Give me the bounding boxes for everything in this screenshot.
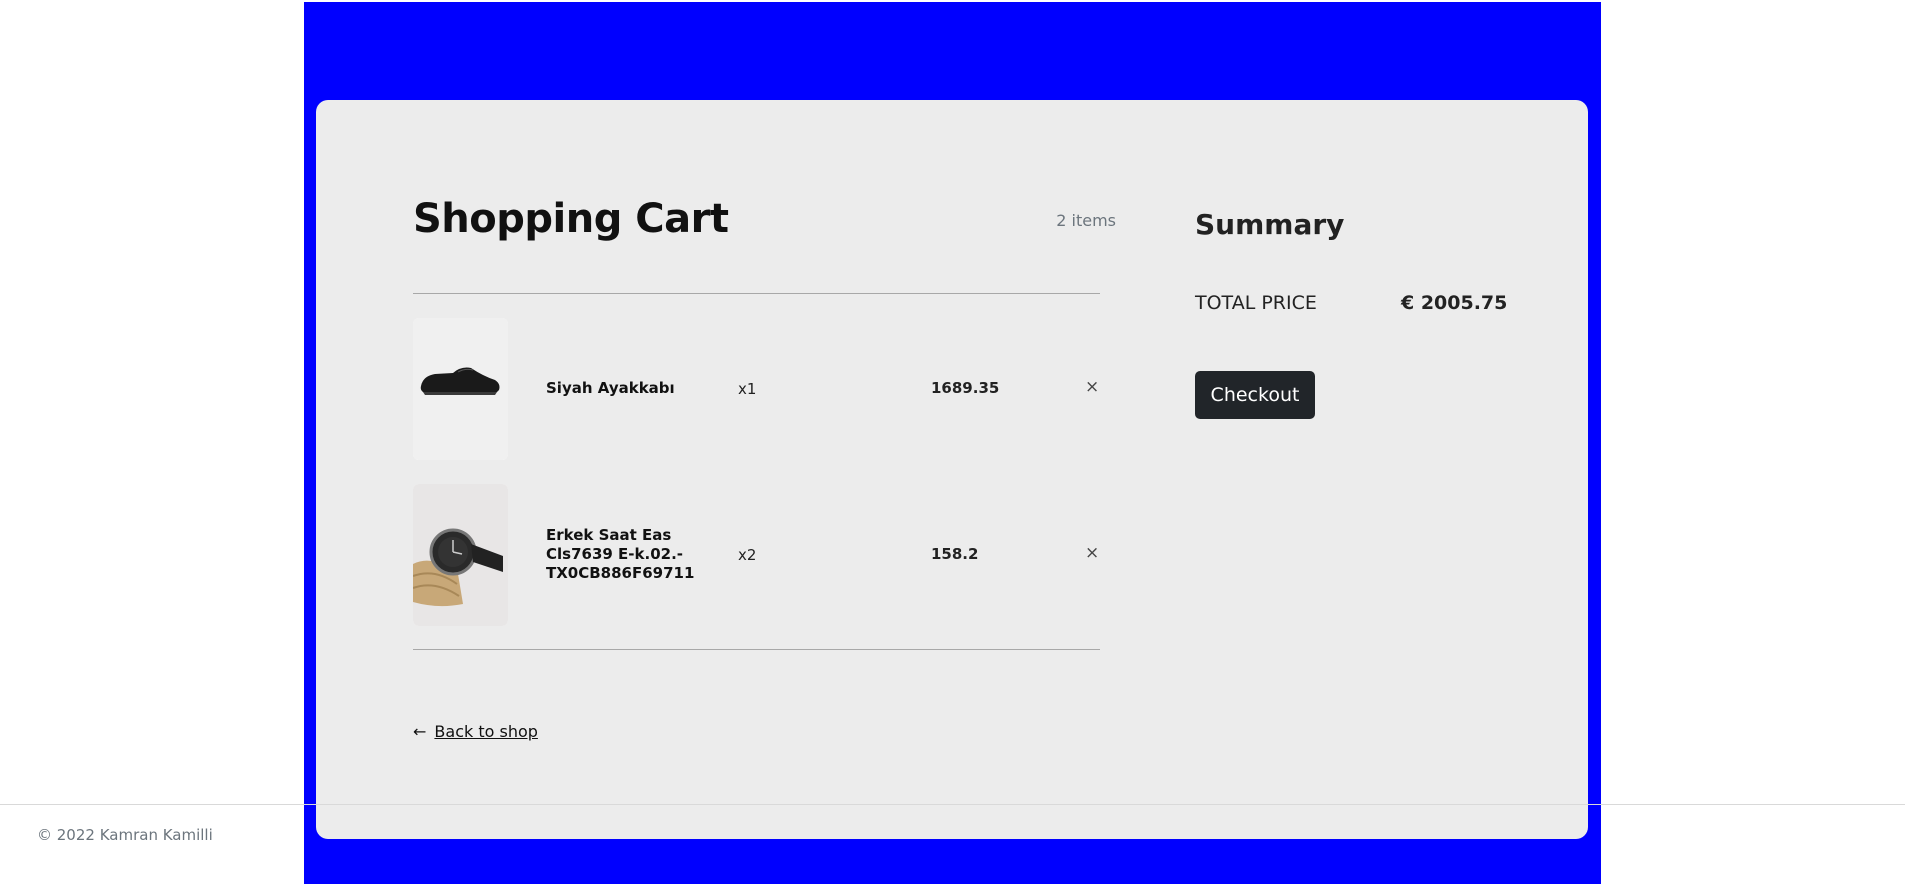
back-to-shop-link[interactable]: ← Back to shop bbox=[413, 722, 538, 741]
footer-copyright: © 2022 Kamran Kamilli bbox=[37, 826, 213, 844]
remove-item-button[interactable]: × bbox=[1085, 543, 1099, 563]
summary-title: Summary bbox=[1195, 208, 1345, 241]
item-price: 158.2 bbox=[931, 545, 979, 563]
item-price: 1689.35 bbox=[931, 379, 1000, 397]
wristwatch-image bbox=[413, 484, 508, 626]
arrow-left-icon: ← bbox=[413, 722, 427, 741]
item-count: 2 items bbox=[1056, 211, 1116, 230]
footer-divider bbox=[0, 804, 1905, 805]
cart-card: Shopping Cart 2 items Siyah Ayakkabı x1 … bbox=[316, 100, 1588, 839]
bottom-divider bbox=[413, 649, 1100, 650]
item-quantity: x1 bbox=[738, 380, 757, 398]
remove-item-button[interactable]: × bbox=[1085, 377, 1099, 397]
total-price-label: TOTAL PRICE bbox=[1195, 292, 1317, 314]
item-name[interactable]: Siyah Ayakkabı bbox=[546, 379, 696, 398]
cart-row: Siyah Ayakkabı x1 1689.35 × bbox=[413, 318, 1100, 460]
cart-row: Erkek Saat Eas Cls7639 E-k.02.-TX0CB886F… bbox=[413, 484, 1100, 626]
item-quantity: x2 bbox=[738, 546, 757, 564]
page-title: Shopping Cart bbox=[413, 196, 729, 242]
top-divider bbox=[413, 293, 1100, 294]
checkout-button[interactable]: Checkout bbox=[1195, 371, 1315, 419]
item-name[interactable]: Erkek Saat Eas Cls7639 E-k.02.-TX0CB886F… bbox=[546, 526, 696, 583]
back-to-shop-label: Back to shop bbox=[434, 722, 538, 741]
total-price-value: € 2005.75 bbox=[1401, 292, 1508, 314]
shoe-image bbox=[413, 318, 508, 460]
